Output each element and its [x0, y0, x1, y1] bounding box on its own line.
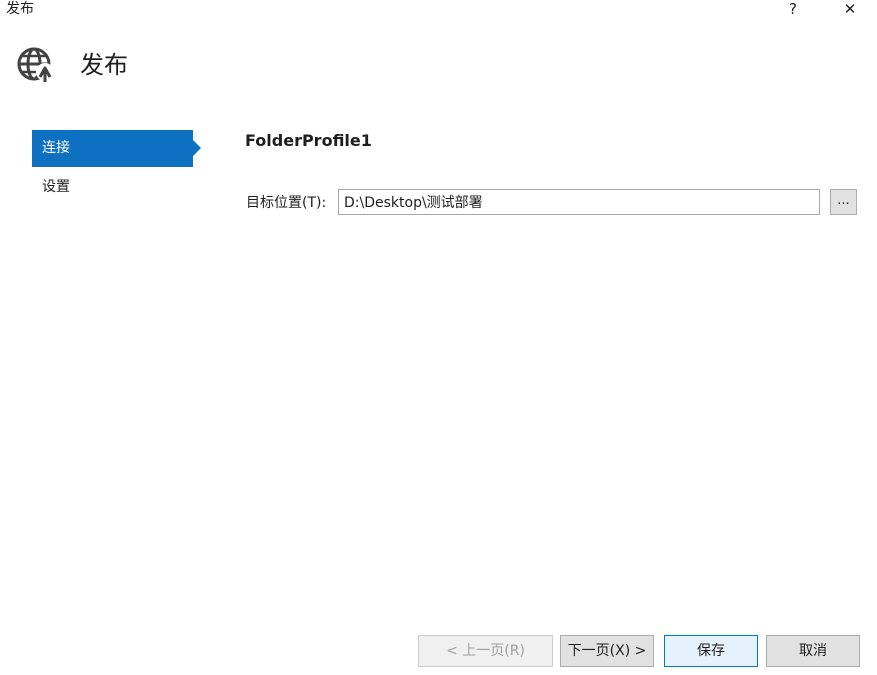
close-button[interactable]: ✕: [836, 0, 864, 18]
globe-publish-icon: [17, 47, 54, 82]
page-title: 发布: [80, 51, 128, 79]
publish-dialog: 发布 ? ✕ 发布 连接 设置 FolderProfile1 目标位置(T): …: [0, 0, 877, 675]
browse-button[interactable]: ...: [830, 189, 857, 215]
sidebar-item-settings[interactable]: 设置: [32, 169, 193, 206]
help-button[interactable]: ?: [779, 0, 807, 18]
target-location-label: 目标位置(T):: [246, 195, 327, 211]
sidebar-item-connect[interactable]: 连接: [32, 130, 201, 167]
previous-button[interactable]: < 上一页(R): [418, 635, 553, 667]
cancel-button[interactable]: 取消: [766, 635, 860, 667]
profile-name: FolderProfile1: [245, 131, 372, 150]
save-button[interactable]: 保存: [664, 635, 758, 667]
window-title: 发布: [6, 1, 34, 17]
target-location-input[interactable]: [338, 189, 820, 215]
next-button[interactable]: 下一页(X) >: [560, 635, 654, 667]
